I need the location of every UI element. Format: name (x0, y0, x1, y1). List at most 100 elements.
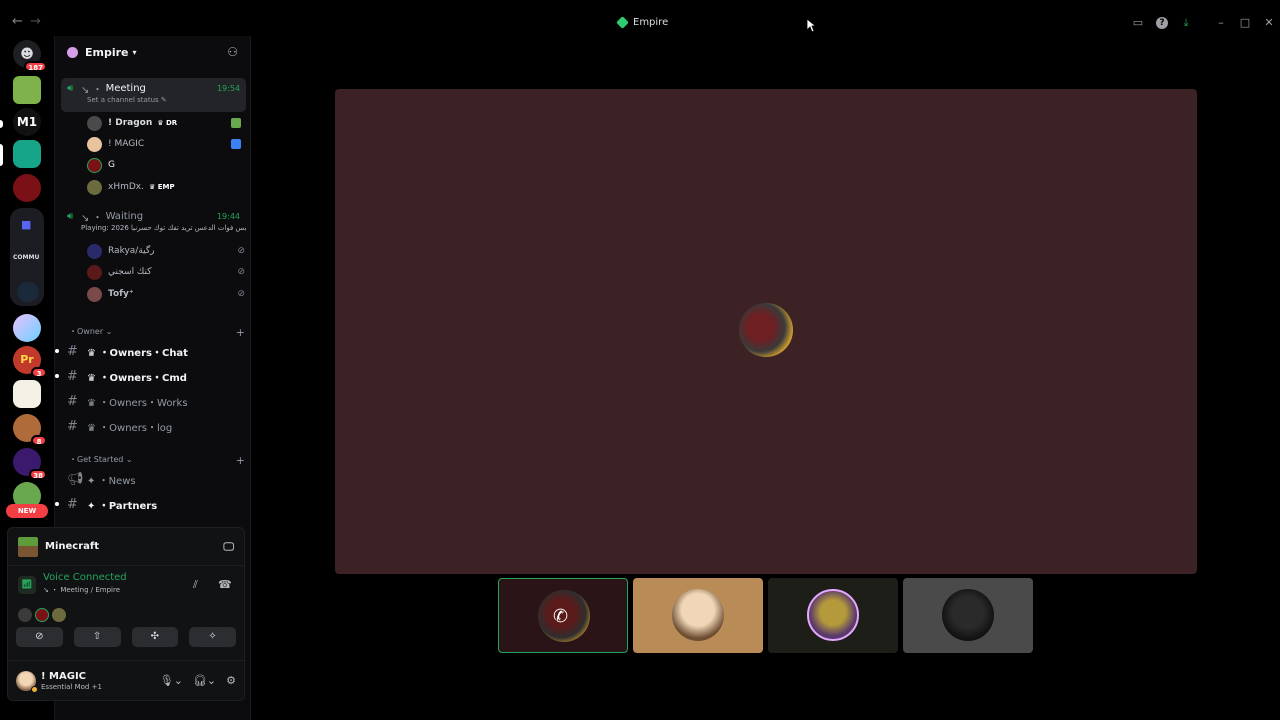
server-icon-empire[interactable] (13, 140, 41, 168)
mic-muted-icon: ⊘ (237, 246, 245, 256)
channel-name: Waiting (105, 211, 144, 222)
text-channel[interactable]: # ♛ ・Owners・Chat (55, 341, 243, 361)
guild-header[interactable]: Empire ▾ ⚇ (55, 36, 250, 68)
server-folder[interactable]: ■ COMMU (10, 208, 44, 306)
forward-arrow-icon[interactable]: → (30, 14, 41, 29)
text-channel[interactable]: # ♛ ・Owners・Cmd (55, 366, 243, 386)
megaphone-icon: 📢︎ (67, 471, 84, 487)
maximize-icon[interactable]: □ (1239, 17, 1251, 29)
inbox-icon[interactable]: ▭ (1132, 17, 1144, 29)
avatar (87, 264, 102, 280)
camera-off-button[interactable]: ⊘ (16, 627, 63, 647)
speaker-icon: 🔊︎ (67, 83, 74, 94)
back-arrow-icon[interactable]: ← (12, 14, 23, 29)
voice-stage[interactable] (335, 89, 1197, 574)
signal-icon[interactable]: 📶︎ (18, 576, 36, 594)
server-badge: 3 (31, 367, 47, 378)
category-owner[interactable]: ・Owner ⌄ + (69, 326, 245, 339)
user-status: Essential Mod +1 (41, 682, 102, 691)
avatar (87, 179, 102, 195)
voice-controls: ⊘ ⇧ ✣ ✧ (8, 624, 244, 654)
participant-avatar (672, 589, 724, 641)
voice-connection: 📶︎ Voice Connected ↘ ・ Meeting / Empire … (8, 566, 244, 624)
activity-name: Minecraft (45, 541, 100, 552)
user-panel: Minecraft 🖵︎ 📶︎ Voice Connected ↘ ・ Meet… (7, 527, 245, 701)
text-channel[interactable]: # ✦ ・Partners (55, 494, 243, 514)
participant-avatar (807, 589, 859, 641)
microphone-icon[interactable]: 🎙︎⌄ (160, 674, 183, 687)
screen-share-button[interactable]: ⇧ (73, 627, 121, 647)
voice-channel-waiting[interactable]: 🔊︎ ↘ ・ Waiting 19:44 Playing: 2026 بس فو… (61, 206, 246, 240)
headphones-icon[interactable]: 🎧︎⌄ (193, 674, 216, 687)
chevron-down-icon: ▾ (132, 47, 137, 57)
voice-member[interactable]: ! Dragon ♛ DR (87, 113, 245, 133)
help-icon[interactable]: ? (1156, 17, 1168, 29)
add-member-icon[interactable]: ⚇ (227, 45, 238, 59)
server-icon-crystal[interactable] (13, 314, 41, 342)
activities-button[interactable]: ✣ (131, 627, 179, 647)
username: ! MAGIC (41, 670, 86, 682)
announcement-channel[interactable]: 📢︎ ✦ ・News (67, 469, 243, 489)
avatar (87, 115, 102, 131)
stream-game-icon[interactable]: 🖵︎ (223, 540, 234, 554)
participant-tile[interactable] (903, 578, 1033, 653)
disconnect-icon[interactable]: ☎︎ (218, 578, 232, 591)
member-tag: ♛ DR (157, 119, 178, 127)
activity-icon (231, 139, 241, 149)
new-badge[interactable]: NEW (6, 504, 48, 518)
voice-member[interactable]: xHmDx. ♛ EMP (87, 177, 245, 197)
voice-status-title[interactable]: Voice Connected (43, 572, 234, 583)
voice-member[interactable]: Rakya/رگية ⊘ (87, 241, 245, 261)
avatar (87, 286, 102, 302)
window-title: Empire (616, 16, 669, 29)
text-channel[interactable]: # ♛ ・Owners・log (67, 416, 243, 436)
minimize-icon[interactable]: – (1215, 17, 1227, 29)
window-title-text: Empire (633, 17, 669, 28)
participant-tile[interactable]: ✆ (498, 578, 628, 653)
participant-tile[interactable] (768, 578, 898, 653)
participant-tile[interactable] (633, 578, 763, 653)
set-channel-status[interactable]: Set a channel status ✎ (61, 96, 246, 104)
download-icon[interactable]: ⤓ (1180, 17, 1192, 29)
server-icon-star[interactable]: 38 (13, 448, 47, 480)
avatar (87, 157, 102, 173)
voice-location[interactable]: ↘ ・ Meeting / Empire (43, 585, 234, 595)
avatar (18, 608, 32, 622)
channel-prefix: ↘ ・ (81, 85, 103, 96)
add-channel-icon[interactable]: + (236, 454, 245, 467)
voice-channel-meeting[interactable]: 🔊︎ ↘ ・ Meeting 19:54 Set a channel statu… (61, 78, 246, 112)
voice-member[interactable]: كنك اسجني ⊘ (87, 262, 245, 282)
text-channel[interactable]: # ♛ ・Owners・Works (67, 391, 243, 411)
guild-name: Empire (85, 45, 129, 59)
noise-suppression-icon[interactable]: ⫽ (193, 578, 198, 592)
user-info[interactable]: ! MAGIC Essential Mod +1 (41, 671, 102, 691)
hash-icon: # (67, 418, 78, 434)
guild-icon (67, 46, 78, 58)
server-icon-pr[interactable]: Pr 3 (13, 346, 47, 378)
server-badge: 38 (29, 469, 47, 480)
voice-member[interactable]: G (87, 155, 245, 175)
avatar (35, 608, 49, 622)
server-icon-red[interactable] (13, 174, 41, 202)
settings-gear-icon[interactable]: ⚙ (226, 674, 236, 687)
server-icon-dark[interactable] (17, 282, 39, 302)
voice-member[interactable]: Tofy⁺ ⊘ (87, 284, 245, 304)
add-channel-icon[interactable]: + (236, 326, 245, 339)
server-icon-person[interactable]: 8 (13, 414, 47, 446)
member-tag: ♛ EMP (148, 183, 175, 191)
activity-icon (231, 118, 241, 128)
close-icon[interactable]: ✕ (1263, 17, 1275, 29)
server-icon-arabic[interactable] (13, 380, 41, 408)
home-button[interactable]: ☻ 187 (13, 40, 47, 72)
user-avatar[interactable] (16, 670, 38, 693)
channel-timer: 19:54 (216, 84, 240, 93)
server-icon-frog[interactable] (13, 76, 41, 104)
soundboard-button[interactable]: ✧ (189, 627, 236, 647)
pencil-icon: ✎ (160, 96, 167, 104)
category-get-started[interactable]: ・Get Started ⌄ + (69, 454, 245, 467)
phone-icon: ✆ (553, 606, 569, 627)
voice-member[interactable]: ! MAGIC (87, 134, 245, 154)
server-icon-m1[interactable]: M1 (13, 108, 41, 136)
activity-card[interactable]: Minecraft 🖵︎ (8, 528, 244, 566)
folder-server-label[interactable]: COMMU (13, 254, 39, 261)
